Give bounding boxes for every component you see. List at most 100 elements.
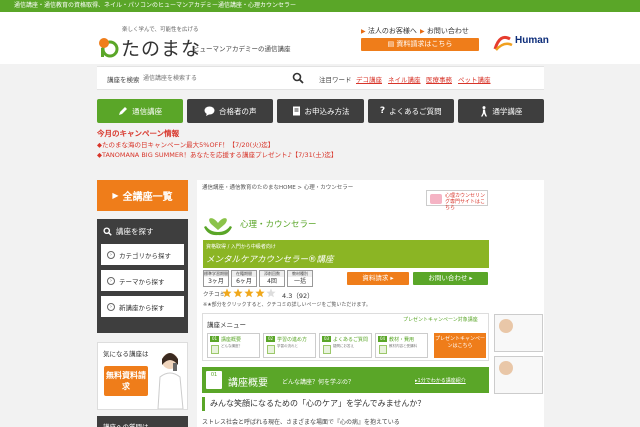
- corporate-link[interactable]: ▶ 法人のお客様へ: [361, 26, 417, 36]
- course-menu-cells: 01 講座概要 どんな講座？ 02 学習の進め方 学習の流れと 03 よくあるご…: [207, 333, 428, 358]
- chevron-right-icon: ›: [107, 250, 115, 259]
- contact-link-label: お問い合わせ: [426, 27, 469, 35]
- main-content: 通信講座・通信教育のたのまなHOME > 心理・カウンセラー 心理カウンセリング…: [197, 180, 544, 427]
- free-materials-button[interactable]: 無料資料請求: [104, 366, 148, 396]
- nav-item-label: 通信講座: [132, 106, 163, 116]
- left-sidebar: ▶ 全講座一覧 講座を探す › カテゴリから探す › テーマから探す › 新講座…: [97, 180, 188, 427]
- rating-note: ※★部分をクリックすると、クチコミの詳しいページをご覧いただけます。: [203, 302, 371, 308]
- search-icon[interactable]: [292, 72, 304, 84]
- avatar: [499, 319, 513, 333]
- info-enrollment-period: 在籍期間 6ヶ月: [231, 270, 257, 287]
- info-value: 3ヶ月: [208, 278, 224, 285]
- right-sidebar-card[interactable]: [494, 356, 543, 394]
- walking-person-icon: [481, 105, 488, 116]
- sidebar-question-box[interactable]: 講座への質問は: [97, 416, 188, 427]
- find-new-courses[interactable]: › 新講座から探す: [101, 296, 184, 317]
- keyword-link[interactable]: 医療事務: [426, 74, 452, 84]
- campaign-title: 今月のキャンペーン情報: [97, 129, 180, 138]
- triangle-icon: ▶: [361, 28, 366, 35]
- find-item-label: テーマから探す: [119, 277, 165, 286]
- menu-cell-materials[interactable]: 04 教材・費用 教材内容と受講料: [375, 333, 428, 358]
- section-overview-header: 01 講座概要 どんな講座？何を学ぶの？ ▸1分でわかる講座紹介: [202, 367, 489, 393]
- nav-item-courses[interactable]: 通信講座: [97, 99, 184, 123]
- menu-cell-number: 04: [378, 336, 387, 342]
- pencil-icon: [119, 107, 128, 115]
- menu-cell-number: 02: [266, 336, 275, 342]
- counseling-banner-label: 心理カウンセリング専門サイトはこちら: [445, 193, 486, 211]
- campaign-link[interactable]: ◆TANOMANA BIG SUMMER！あなたを応援する講座プレゼント♪【7/…: [97, 149, 337, 159]
- find-item-label: カテゴリから探す: [119, 251, 171, 260]
- tanomana-logo-icon[interactable]: [97, 36, 119, 58]
- chevron-right-icon: ›: [107, 276, 115, 285]
- right-sidebar-card[interactable]: [494, 314, 543, 352]
- info-material-type: 教材種別 一括: [287, 270, 313, 287]
- section-question: どんな講座？何を学ぶの？: [282, 379, 355, 386]
- nav-item-classroom[interactable]: 通学講座: [457, 99, 545, 123]
- search-input[interactable]: [143, 72, 305, 85]
- intro-video-link[interactable]: ▸1分でわかる講座紹介: [415, 377, 466, 384]
- section-number-badge: 01: [206, 371, 222, 389]
- course-menu: 講座メニュー プレゼントキャンペーン対象講座 01 講座概要 どんな講座？ 02…: [202, 313, 489, 361]
- keyword-link[interactable]: ネイル講座: [388, 74, 421, 84]
- menu-cell-study-flow[interactable]: 02 学習の進め方 学習の流れと: [263, 333, 316, 358]
- top-banner: 通信講座・通信教育の資格取得、ネイル・パソコンのヒューマンアカデミー通信講座・心…: [0, 0, 640, 12]
- inquiry-button[interactable]: お問い合わせ ▸: [413, 272, 488, 285]
- nav-item-label: お申込み方法: [304, 106, 350, 116]
- info-study-period: 標準学習期間 3ヶ月: [203, 270, 229, 287]
- info-corrections: 添削回数 4回: [259, 270, 285, 287]
- find-by-category[interactable]: › カテゴリから探す: [101, 244, 184, 265]
- course-name: メンタルケアカウンセラー®講座: [206, 255, 334, 265]
- main-nav: 通信講座 合格者の声 お申込み方法 ? よくあるご質問 通学講座: [97, 99, 545, 123]
- human-brand-text: Human: [515, 35, 549, 46]
- find-by-theme[interactable]: › テーマから探す: [101, 270, 184, 291]
- menu-cell-overview[interactable]: 01 講座概要 どんな講座？: [207, 333, 260, 358]
- heart-hands-icon: [204, 218, 232, 236]
- menu-cell-faq[interactable]: 03 よくあるご質問 疑問にお答え: [319, 333, 372, 358]
- promo-title: 気になる講座は: [103, 350, 149, 358]
- arrow-circle-icon: ▶: [112, 191, 119, 200]
- find-courses-label: 講座を探す: [116, 226, 154, 236]
- search-bar: 講座を検索 注目ワード デコ講座 ネイル講座 医療事務 ペット講座: [97, 66, 544, 90]
- logo-subtitle: ヒューマンアカデミーの通信講座: [193, 45, 291, 53]
- course-subtitle: 資格取得 / 入門から中級者向け: [206, 244, 276, 250]
- contact-link[interactable]: ▶ お問い合わせ: [420, 26, 469, 36]
- keyword-link[interactable]: デコ講座: [356, 74, 382, 84]
- nav-item-label: 合格者の声: [219, 106, 257, 116]
- campaign-link[interactable]: ◆たのまな海の日キャンペーン最大5%OFF！【7/20(火)迄】: [97, 139, 274, 149]
- present-campaign-button[interactable]: プレゼントキャンペーンはこちら: [434, 333, 486, 358]
- nav-item-faq[interactable]: ? よくあるご質問: [367, 99, 454, 123]
- overview-body: ストレス社会と呼ばれる現在、さまざまな場面で『心の病』を抱えている: [202, 419, 400, 426]
- course-menu-title: 講座メニュー: [207, 321, 246, 329]
- star-rating-icon[interactable]: [222, 288, 278, 298]
- keyword-label: 注目ワード: [319, 76, 352, 84]
- free-materials-promo[interactable]: 気になる講座は 無料資料請求: [97, 342, 188, 410]
- counseling-site-banner[interactable]: 心理カウンセリング専門サイトはこちら: [426, 190, 488, 211]
- menu-cell-desc: どんな講座？: [221, 344, 242, 348]
- category-title: 心理・カウンセラー: [240, 220, 317, 230]
- all-courses-button[interactable]: ▶ 全講座一覧: [97, 180, 188, 211]
- nav-item-label: 通学講座: [492, 106, 523, 116]
- search-icon: [103, 226, 112, 236]
- keyword-link[interactable]: ペット講座: [458, 74, 491, 84]
- site-logo-text[interactable]: たのまな: [121, 34, 201, 61]
- info-value: 6ヶ月: [236, 278, 252, 285]
- section-title: 講座概要: [228, 378, 268, 389]
- corporate-link-label: 法人のお客様へ: [367, 27, 417, 35]
- menu-cell-label: 教材・費用: [389, 337, 415, 343]
- nav-item-voices[interactable]: 合格者の声: [187, 99, 274, 123]
- logo-tagline: 楽しく学んで、可能性を広げる: [122, 27, 199, 33]
- menu-cell-label: 講座概要: [221, 337, 242, 343]
- triangle-icon: ▶: [420, 28, 425, 35]
- woman-with-phone-illustration: [157, 353, 184, 409]
- menu-cell-desc: 学習の流れと: [277, 344, 298, 348]
- request-materials-button[interactable]: ▤ 資料請求はこちら: [361, 38, 479, 51]
- section-number: 01: [210, 372, 218, 378]
- search-label: 講座を検索: [107, 76, 140, 84]
- course-info-row: 標準学習期間 3ヶ月 在籍期間 6ヶ月 添削回数 4回 教材種別 一括: [203, 270, 313, 287]
- request-docs-button[interactable]: 資料請求 ▸: [347, 272, 409, 285]
- nav-item-apply[interactable]: お申込み方法: [277, 99, 364, 123]
- question-icon: ?: [379, 106, 386, 116]
- info-value: 4回: [267, 278, 277, 285]
- chevron-right-icon: ›: [107, 302, 115, 311]
- breadcrumb[interactable]: 通信講座・通信教育のたのまなHOME > 心理・カウンセラー: [202, 183, 353, 191]
